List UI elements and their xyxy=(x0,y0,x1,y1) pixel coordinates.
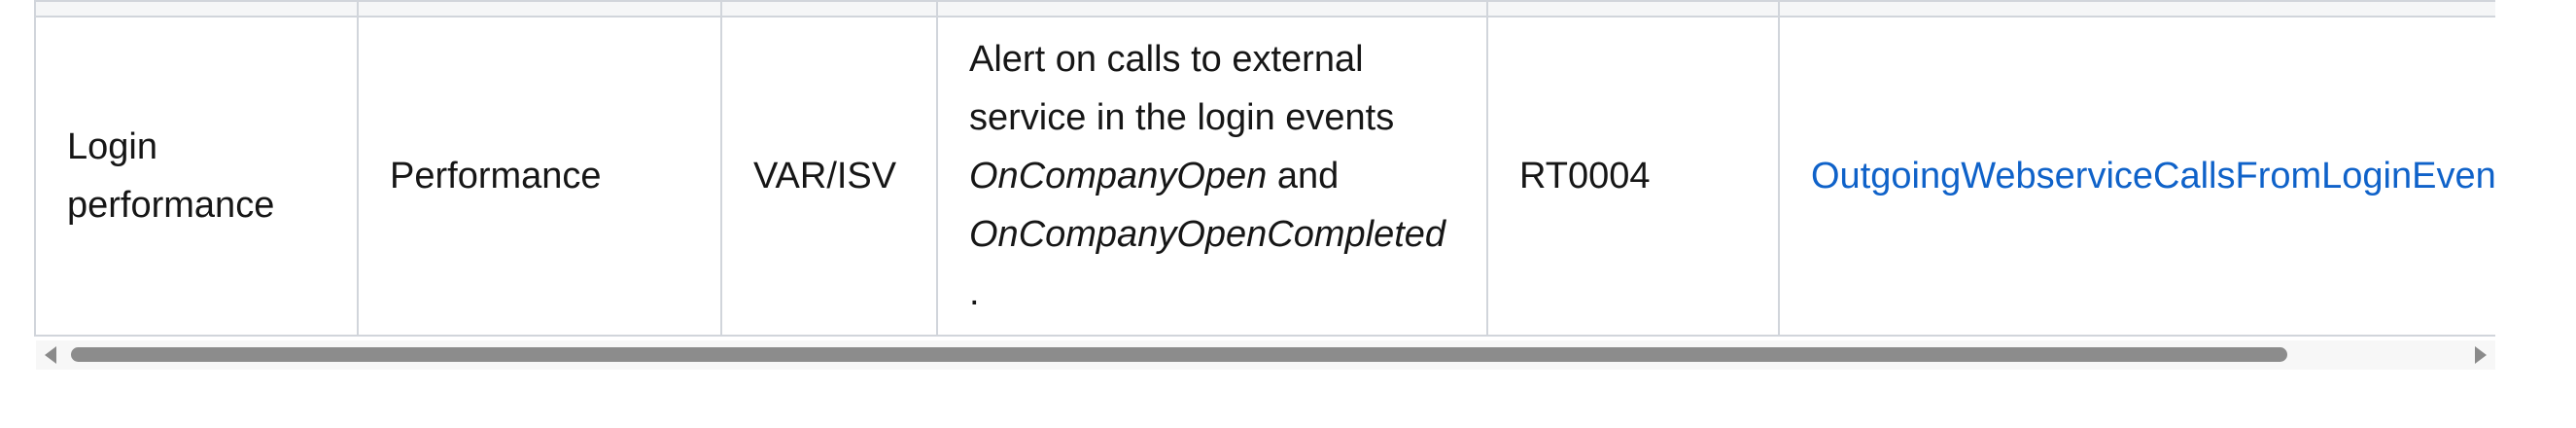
description-suffix: . xyxy=(969,272,980,313)
scroll-right-button[interactable] xyxy=(2466,340,2495,370)
scroll-thumb[interactable] xyxy=(71,347,2287,362)
event-name-1: OnCompanyOpen xyxy=(969,156,1268,196)
alert-doc-link[interactable]: OutgoingWebserviceCallsFromLoginEvents xyxy=(1811,156,2495,196)
alerts-table: Login performance Performance VAR/ISV Al… xyxy=(34,0,2495,337)
event-name-2: OnCompanyOpenCompleted xyxy=(969,214,1446,255)
alerts-table-container: Login performance Performance VAR/ISV Al… xyxy=(34,0,2495,337)
link-cell: OutgoingWebserviceCallsFromLoginEvents xyxy=(1778,16,2495,337)
area-cell: Login performance xyxy=(34,16,359,337)
table-header-strip xyxy=(34,0,2495,18)
description-joiner: and xyxy=(1276,156,1340,196)
scroll-left-button[interactable] xyxy=(36,340,65,370)
triangle-left-icon xyxy=(45,346,56,364)
table-row: Login performance Performance VAR/ISV Al… xyxy=(34,16,2495,337)
category-cell: Performance xyxy=(357,16,722,337)
description-cell: Alert on calls to external service in th… xyxy=(936,16,1488,337)
triangle-right-icon xyxy=(2475,346,2487,364)
description-prefix: Alert on calls to external service in th… xyxy=(969,39,1395,138)
scroll-track[interactable] xyxy=(71,340,2460,370)
horizontal-scrollbar[interactable] xyxy=(36,340,2495,370)
audience-cell: VAR/ISV xyxy=(720,16,938,337)
code-cell: RT0004 xyxy=(1486,16,1780,337)
